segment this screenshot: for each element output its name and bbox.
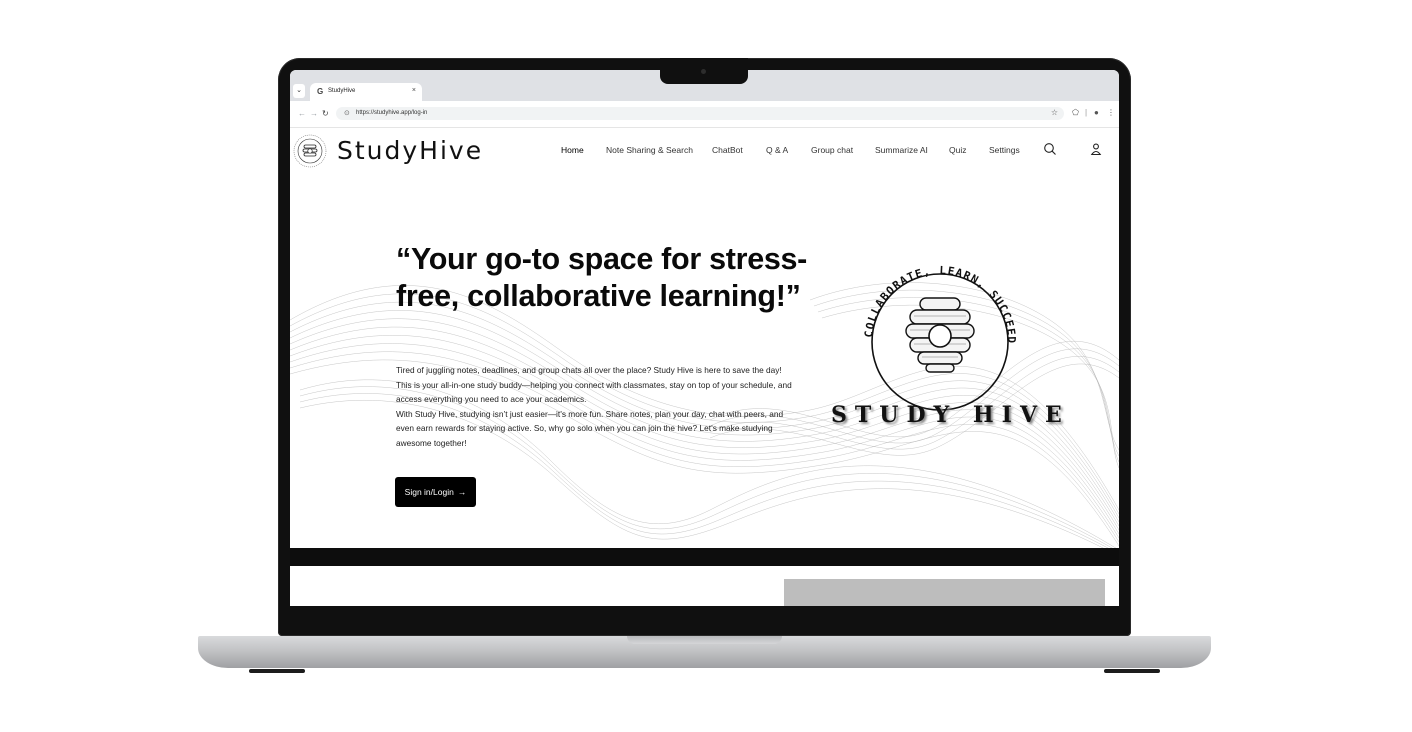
url-text: https://studyhive.app/log-in — [356, 110, 428, 116]
nav-summarize-ai[interactable]: Summarize AI — [875, 145, 928, 155]
address-bar: ← → ↻ ⊙ https://studyhive.app/log-in ☆ ⬠… — [290, 101, 1119, 128]
nav-chatbot[interactable]: ChatBot — [712, 145, 743, 155]
studyhive-logo-icon[interactable] — [293, 134, 327, 168]
screen-bezel-bottom — [290, 548, 1119, 566]
browser-window: ⌄ G StudyHive × ← → ↻ ⊙ https://studyhiv… — [290, 70, 1119, 606]
back-arrow-icon[interactable]: ← — [298, 109, 306, 118]
user-icon[interactable] — [1089, 142, 1103, 156]
lock-icon: ⊙ — [344, 110, 350, 117]
tab-title: StudyHive — [328, 88, 356, 94]
trackpad-notch — [627, 636, 782, 644]
google-icon: G — [317, 87, 324, 96]
nav-home[interactable]: Home — [561, 145, 584, 155]
camera-notch — [660, 58, 748, 84]
laptop-foot-left — [249, 669, 305, 673]
browser-tab[interactable]: G StudyHive × — [310, 83, 422, 101]
hero-title: “Your go-to space for stress-free, colla… — [396, 242, 808, 313]
nav-quiz[interactable]: Quiz — [949, 145, 966, 155]
bookmark-star-icon[interactable]: ☆ — [1051, 108, 1058, 117]
search-icon[interactable] — [1043, 142, 1057, 156]
tab-search-button[interactable]: ⌄ — [293, 84, 305, 98]
placeholder-block — [784, 579, 1105, 606]
sign-in-login-label: Sign in/Login — [404, 487, 454, 497]
camera-icon — [701, 69, 706, 74]
laptop-foot-right — [1104, 669, 1160, 673]
hero-paragraph-1: Tired of juggling notes, deadlines, and … — [396, 365, 792, 404]
toolbar-divider: | — [1085, 108, 1088, 117]
reload-icon[interactable]: ↻ — [322, 109, 329, 118]
hero-paragraph-2: With Study Hive, studying isn’t just eas… — [396, 408, 784, 448]
profile-icon[interactable]: ● — [1094, 108, 1099, 117]
nav-qa[interactable]: Q & A — [766, 145, 788, 155]
emblem-wordmark: STUDY HIVE — [831, 402, 1070, 428]
url-field[interactable]: ⊙ https://studyhive.app/log-in ☆ — [336, 107, 1064, 120]
extensions-icon[interactable]: ⬠ — [1072, 108, 1079, 117]
forward-arrow-icon[interactable]: → — [310, 109, 318, 118]
hero-description: Tired of juggling notes, deadlines, and … — [396, 363, 796, 450]
laptop-base — [198, 636, 1211, 668]
brand-name[interactable]: StudyHive — [337, 136, 483, 165]
close-icon[interactable]: × — [412, 87, 416, 94]
menu-kebab-icon[interactable]: ⋮ — [1107, 108, 1115, 117]
arrow-right-icon: → — [457, 487, 467, 497]
nav-settings[interactable]: Settings — [989, 145, 1020, 155]
nav-note-sharing[interactable]: Note Sharing & Search — [606, 145, 693, 155]
nav-group-chat[interactable]: Group chat — [811, 145, 853, 155]
sign-in-login-button[interactable]: Sign in/Login → — [395, 477, 476, 507]
site-header: StudyHive Home Note Sharing & Search Cha… — [290, 128, 1119, 174]
